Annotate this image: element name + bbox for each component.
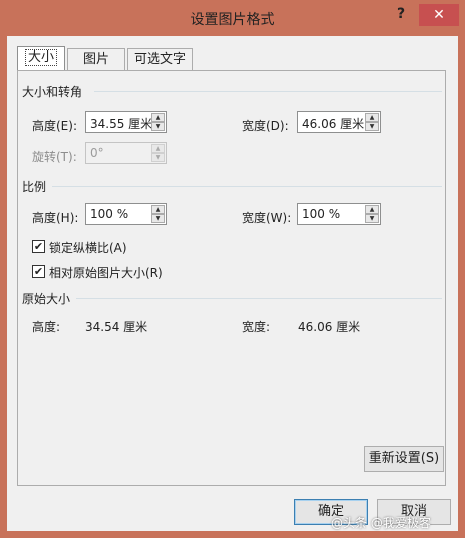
width-up-icon[interactable]: ▲ (365, 113, 379, 122)
rotation-stepper: 0° ▲ ▼ (85, 142, 167, 164)
tab-alt-text[interactable]: 可选文字 (127, 48, 193, 70)
divider (76, 298, 442, 299)
title-bar: 设置图片格式 ? ✕ (0, 0, 465, 36)
rotation-up-icon: ▲ (151, 144, 165, 153)
original-width-label: 宽度: (242, 320, 271, 334)
width-down-icon[interactable]: ▼ (365, 122, 379, 131)
width-label: 宽度(D): (242, 119, 289, 133)
height-label: 高度(E): (32, 119, 77, 133)
size-panel: 大小和转角 高度(E): 34.55 厘米 ▲ ▼ 宽度(D): 46.06 厘米… (17, 70, 446, 486)
tab-size-label: 大小 (24, 49, 57, 66)
section-scale: 比例 (22, 180, 47, 194)
width-stepper[interactable]: 46.06 厘米 ▲ ▼ (297, 111, 381, 133)
rotation-label: 旋转(T): (32, 150, 77, 164)
scale-height-label: 高度(H): (32, 211, 79, 225)
scale-width-label: 宽度(W): (242, 211, 292, 225)
rotation-down-icon: ▼ (151, 153, 165, 162)
original-width-value: 46.06 厘米 (298, 320, 361, 334)
height-value: 34.55 厘米 (90, 117, 153, 131)
scale-height-up-icon[interactable]: ▲ (151, 205, 165, 214)
dialog-body: 大小 图片 可选文字 大小和转角 高度(E): 34.55 厘米 ▲ ▼ 宽度(D… (7, 36, 458, 531)
height-up-icon[interactable]: ▲ (151, 113, 165, 122)
scale-width-value: 100 % (302, 207, 341, 221)
relative-original-label[interactable]: 相对原始图片大小(R) (49, 264, 163, 281)
scale-width-stepper[interactable]: 100 % ▲ ▼ (297, 203, 381, 225)
height-stepper[interactable]: 34.55 厘米 ▲ ▼ (85, 111, 167, 133)
rotation-value: 0° (90, 146, 104, 160)
original-height-value: 34.54 厘米 (85, 320, 148, 334)
watermark: @头条 @我爱极客 (331, 516, 431, 530)
section-size-rotate: 大小和转角 (22, 85, 83, 99)
tab-size[interactable]: 大小 (17, 46, 65, 71)
height-down-icon[interactable]: ▼ (151, 122, 165, 131)
scale-height-value: 100 % (90, 207, 129, 221)
lock-aspect-checkbox[interactable]: ✔ (32, 240, 45, 253)
divider (52, 186, 442, 187)
lock-aspect-label[interactable]: 锁定纵横比(A) (49, 239, 127, 256)
original-height-label: 高度: (32, 320, 61, 334)
close-button[interactable]: ✕ (419, 4, 459, 26)
tab-picture[interactable]: 图片 (67, 48, 125, 70)
divider (94, 91, 442, 92)
scale-width-up-icon[interactable]: ▲ (365, 205, 379, 214)
scale-width-down-icon[interactable]: ▼ (365, 214, 379, 223)
section-original-size: 原始大小 (22, 292, 71, 306)
scale-height-down-icon[interactable]: ▼ (151, 214, 165, 223)
help-button[interactable]: ? (393, 6, 409, 24)
width-value: 46.06 厘米 (302, 117, 365, 131)
reset-button[interactable]: 重新设置(S) (364, 446, 444, 472)
scale-height-stepper[interactable]: 100 % ▲ ▼ (85, 203, 167, 225)
relative-original-checkbox[interactable]: ✔ (32, 265, 45, 278)
